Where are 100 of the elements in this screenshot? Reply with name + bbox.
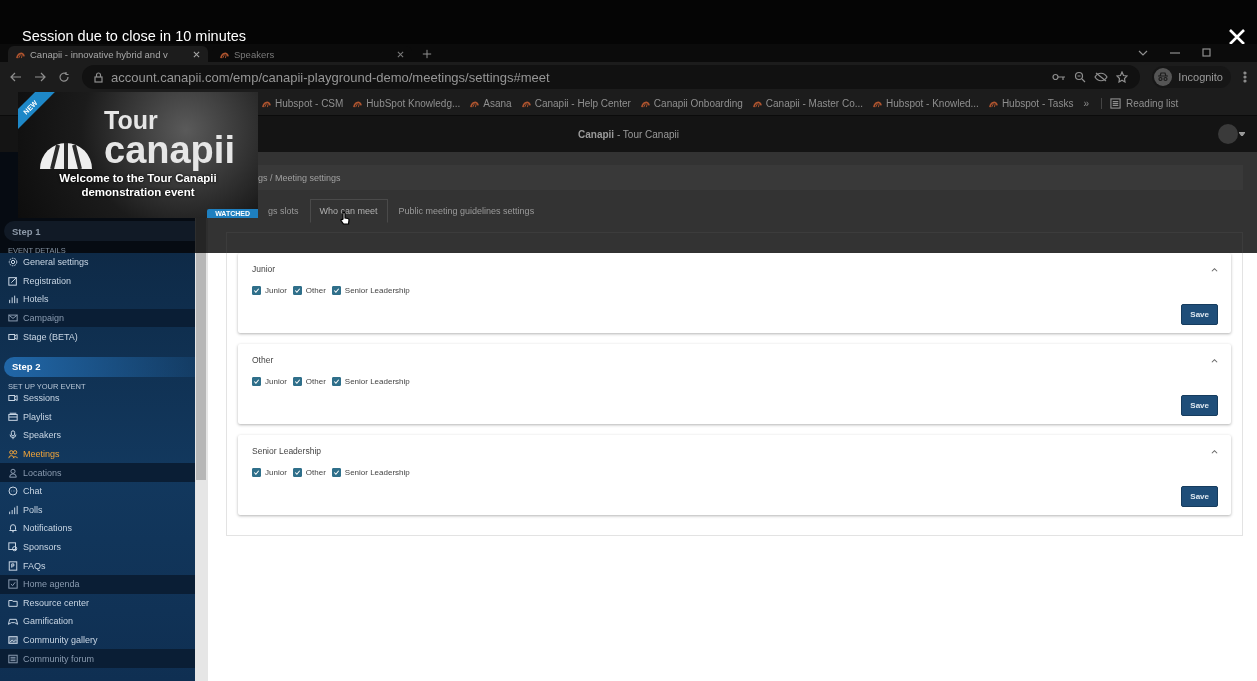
incognito-icon [1157, 72, 1170, 82]
video-caption: Welcome to the Tour Canapii demonstration event [58, 171, 218, 199]
key-icon [1052, 73, 1067, 81]
gamepad-icon [8, 616, 18, 627]
sidebar-item[interactable]: Chat [0, 481, 195, 501]
minimize-icon [1170, 51, 1180, 54]
browser-tab[interactable]: Canapii - innovative hybrid and v [8, 46, 208, 62]
checkbox[interactable] [331, 377, 341, 386]
check-icon [332, 469, 340, 476]
logo-text: canapii [104, 131, 235, 169]
hand-cursor-icon [340, 212, 350, 225]
maximize-icon [1202, 48, 1211, 57]
save-button[interactable]: Save [1181, 304, 1218, 325]
save-button[interactable]: Save [1181, 395, 1218, 416]
checkbox[interactable] [292, 377, 302, 386]
sidebar-item[interactable]: FAQs [0, 556, 195, 575]
check-icon [253, 287, 260, 294]
close-icon [193, 50, 200, 58]
checkbox[interactable] [252, 468, 261, 477]
list-icon [1109, 98, 1121, 109]
sidebar-item[interactable]: Hotels [0, 290, 195, 309]
pencil-icon [8, 275, 18, 286]
checkbox[interactable] [292, 286, 302, 295]
sidebar-item[interactable]: Notifications [0, 519, 195, 538]
bookmark-link[interactable]: Canapii Onboarding [640, 98, 743, 109]
settings-tab[interactable]: gs slots [258, 199, 309, 223]
forward-arrow-icon [34, 71, 46, 83]
logo-icon [988, 99, 998, 108]
badge-icon [8, 542, 18, 552]
sidebar-item[interactable]: General settings [0, 253, 195, 272]
sidebar-item[interactable]: Gamification [0, 612, 195, 631]
bell-icon [8, 523, 18, 534]
sidebar-item[interactable]: Polls [0, 500, 195, 520]
bookmark-link[interactable]: Asana [470, 98, 512, 109]
settings-tab[interactable]: Public meeting guidelines settings [388, 199, 545, 223]
check-icon [293, 287, 301, 294]
microphone-icon [8, 430, 18, 441]
logo-icon [873, 99, 883, 108]
document-icon [8, 560, 18, 571]
checkbox[interactable] [252, 286, 261, 295]
chevron-down-icon [1138, 49, 1148, 56]
sidebar-item[interactable]: Sponsors [0, 537, 195, 557]
checkbox-label: Senior Leadership [344, 377, 410, 386]
sidebar-item[interactable]: Resource center [0, 593, 195, 613]
address-bar[interactable]: account.canapii.com/emp/canapii-playground-demo/meetings/settings#meet [82, 65, 1141, 89]
bookmark-link[interactable]: HubSpot Knowledg... [353, 98, 461, 109]
checkbox-label: Junior [265, 468, 287, 477]
checkbox[interactable] [331, 468, 341, 477]
chevron-up-icon[interactable] [1211, 266, 1218, 272]
save-button[interactable]: Save [1181, 486, 1218, 507]
list-icon [8, 653, 18, 664]
step-tab[interactable]: Step 2 [4, 356, 195, 377]
bookmark-link[interactable]: Canapii - Help Center [521, 98, 631, 109]
video-camera-icon [8, 331, 18, 342]
sidebar-item[interactable]: Playlist [0, 407, 195, 427]
check-icon [253, 378, 260, 385]
logo-icon [752, 99, 762, 108]
chat-bubble-icon [8, 486, 18, 497]
reading-list-button[interactable]: Reading list [1100, 98, 1179, 109]
caret-icon [1239, 132, 1245, 136]
back-arrow-icon [10, 71, 22, 83]
gear-icon [8, 257, 18, 268]
check-icon [253, 469, 260, 476]
plus-icon [422, 49, 432, 59]
sidebar-item[interactable]: Stage (BETA) [0, 327, 195, 346]
envelope-icon [8, 313, 18, 324]
close-icon [397, 50, 404, 58]
session-closing-notice: Session due to close in 10 minutes [22, 28, 247, 44]
sidebar-item[interactable]: Speakers [0, 426, 195, 445]
chevron-up-icon[interactable] [1211, 357, 1218, 363]
star-icon [1116, 71, 1129, 83]
checkbox-label: Junior [265, 377, 287, 386]
step-tab[interactable]: Step 1 [4, 221, 195, 241]
bookmark-link[interactable]: Hubspot - Tasks [988, 98, 1074, 109]
chevron-up-icon[interactable] [1211, 448, 1218, 454]
checkbox[interactable] [252, 377, 261, 386]
checkbox-label: Other [305, 286, 326, 295]
check-icon [332, 287, 340, 294]
close-icon[interactable] [1228, 28, 1246, 46]
checkbox[interactable] [292, 468, 302, 477]
sidebar-item[interactable]: Sessions [0, 388, 195, 408]
bookmark-link[interactable]: Hubspot - Knowled... [873, 98, 979, 109]
bookmark-link[interactable]: Hubspot - CSM [262, 98, 344, 109]
card-title: Junior [252, 264, 276, 274]
sidebar-item[interactable]: Registration [0, 271, 195, 291]
people-icon [8, 449, 18, 460]
incognito-profile-button[interactable]: Incognito [1152, 66, 1231, 88]
check-square-icon [8, 579, 18, 590]
settings-tab[interactable]: Who can meet [309, 199, 388, 223]
bookmark-link[interactable]: Canapii - Master Co... [752, 98, 864, 109]
bar-chart-icon [8, 504, 18, 515]
checkbox[interactable] [331, 286, 341, 295]
sidebar-item[interactable]: Meetings [0, 444, 195, 464]
sidebar-item[interactable]: Community gallery [0, 630, 195, 650]
playlist-icon [8, 411, 18, 422]
more-bookmarks-button[interactable]: » [1083, 98, 1089, 109]
logo-icon [521, 99, 531, 108]
card-title: Other [252, 355, 274, 365]
checkbox-label: Junior [265, 286, 287, 295]
picture-icon [8, 635, 18, 645]
